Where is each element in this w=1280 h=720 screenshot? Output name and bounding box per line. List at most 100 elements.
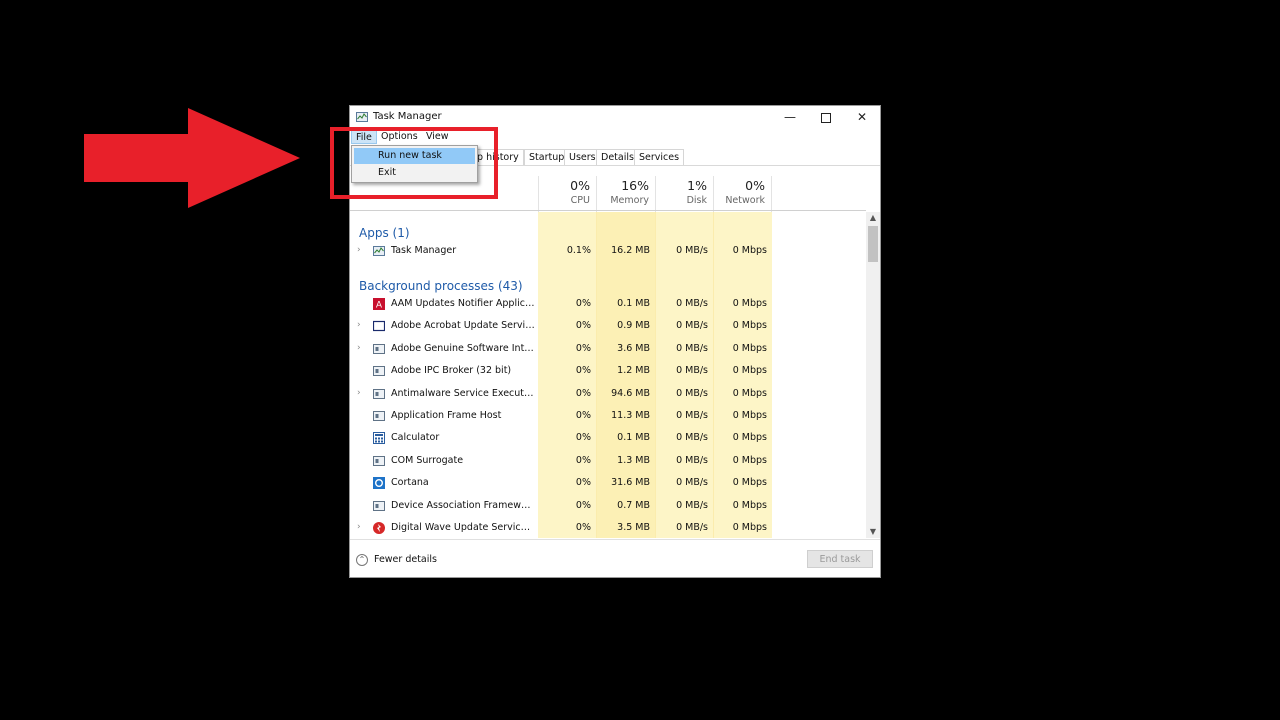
service-icon — [373, 410, 385, 422]
process-cpu: 0% — [575, 410, 591, 421]
process-network: 0 Mbps — [732, 432, 767, 444]
process-row[interactable]: COM Surrogate 0% 1.3 MB 0 MB/s 0 Mbps — [350, 450, 866, 472]
process-row[interactable]: › Antimalware Service Executable 0% 94.6 MB… — [350, 383, 866, 405]
process-network: 0 Mbps — [732, 365, 767, 377]
chevron-right-icon[interactable]: › — [357, 245, 361, 255]
process-cpu: 0% — [575, 432, 591, 444]
process-name: Device Association Framework ... — [391, 499, 535, 511]
chevron-up-icon: ⌃ — [356, 553, 368, 566]
process-memory: 94.6 MB — [611, 387, 650, 399]
disk-label: Disk — [686, 195, 707, 206]
red-arrow-annotation — [84, 108, 300, 208]
minimize-button[interactable]: — — [772, 106, 808, 128]
scroll-down-icon[interactable]: ▼ — [866, 526, 880, 538]
maximize-icon — [821, 112, 831, 123]
svg-text:A: A — [376, 301, 383, 311]
tab-services[interactable]: Services — [634, 149, 685, 165]
process-cpu: 0% — [575, 387, 591, 399]
process-network: 0 Mbps — [732, 454, 767, 466]
process-network: 0 Mbps — [732, 298, 767, 309]
window-title: Task Manager — [373, 111, 442, 122]
fewer-details-button[interactable]: ⌃ Fewer details — [356, 552, 437, 568]
header-divider — [350, 210, 866, 211]
column-header-cpu[interactable]: 0% CPU — [538, 176, 596, 212]
process-row[interactable]: Calculator 0% 0.1 MB 0 MB/s 0 Mbps — [350, 427, 866, 449]
disk-total: 1% — [687, 178, 707, 193]
process-network: 0 Mbps — [732, 245, 767, 256]
chevron-right-icon[interactable]: › — [357, 388, 361, 398]
adobe-red-icon: A — [373, 298, 385, 311]
tab-details[interactable]: Details — [596, 149, 639, 165]
process-name: Adobe Acrobat Update Service (... — [391, 320, 535, 332]
process-disk: 0 MB/s — [676, 432, 708, 444]
minimize-icon: — — [784, 110, 796, 124]
vertical-scrollbar[interactable]: ▲ ▼ — [866, 212, 880, 538]
process-row[interactable]: A AAM Updates Notifier Applicati... 0% 0.1 … — [350, 293, 866, 315]
process-cpu: 0% — [575, 320, 591, 332]
maximize-button[interactable] — [808, 106, 844, 128]
process-row[interactable]: Cortana 0% 31.6 MB 0 MB/s 0 Mbps — [350, 472, 866, 494]
process-name: AAM Updates Notifier Applicati... — [391, 298, 535, 309]
process-memory: 0.1 MB — [617, 432, 650, 444]
close-button[interactable]: ✕ — [844, 106, 880, 128]
process-cpu: 0% — [575, 522, 591, 533]
tab-startup[interactable]: Startup — [524, 149, 570, 165]
end-task-button[interactable]: End task — [807, 550, 873, 568]
memory-total: 16% — [621, 178, 649, 193]
process-name: Application Frame Host — [391, 410, 502, 421]
process-memory: 0.1 MB — [617, 298, 650, 309]
process-memory: 1.2 MB — [617, 365, 650, 377]
scroll-thumb[interactable] — [868, 226, 878, 262]
task-manager-icon — [356, 112, 368, 122]
process-row[interactable]: Application Frame Host 0% 11.3 MB 0 MB/s 0 M… — [350, 405, 866, 427]
process-disk: 0 MB/s — [676, 342, 708, 354]
process-network: 0 Mbps — [732, 342, 767, 354]
process-row[interactable]: Device Association Framework ... 0% 0.7 MB… — [350, 495, 866, 517]
process-memory: 3.5 MB — [617, 522, 650, 533]
process-network: 0 Mbps — [732, 499, 767, 511]
cortana-icon — [373, 477, 385, 490]
process-row[interactable]: Adobe IPC Broker (32 bit) 0% 1.2 MB 0 MB/s 0… — [350, 360, 866, 382]
red-highlight-box — [330, 127, 498, 199]
chevron-right-icon[interactable]: › — [357, 522, 361, 532]
process-name: Antimalware Service Executable — [391, 387, 535, 399]
cpu-label: CPU — [570, 195, 590, 206]
process-name: Digital Wave Update Service (32... — [391, 522, 535, 533]
process-disk: 0 MB/s — [676, 245, 708, 256]
footer: ⌃ Fewer details End task — [350, 539, 880, 577]
process-network: 0 Mbps — [732, 522, 767, 533]
process-memory: 0.9 MB — [617, 320, 650, 332]
process-row[interactable]: › Digital Wave Update Service (32... 0% 3.5… — [350, 517, 866, 538]
process-name: Calculator — [391, 432, 440, 444]
process-memory: 1.3 MB — [617, 454, 650, 466]
column-header-memory[interactable]: 16% Memory — [596, 176, 655, 212]
chevron-right-icon[interactable]: › — [357, 343, 361, 353]
service-icon — [373, 455, 385, 467]
process-cpu: 0% — [575, 342, 591, 354]
column-header-disk[interactable]: 1% Disk — [655, 176, 713, 212]
process-row[interactable]: › Adobe Acrobat Update Service (... 0% 0.9 … — [350, 315, 866, 337]
process-disk: 0 MB/s — [676, 410, 708, 421]
process-row[interactable]: › Task Manager 0.1% 16.2 MB 0 MB/s 0 Mbps — [350, 240, 866, 262]
process-disk: 0 MB/s — [676, 387, 708, 399]
process-list: Apps (1) Background processes (43) › Task… — [350, 212, 866, 538]
title-bar: Task Manager — ✕ — [350, 106, 880, 128]
process-name: COM Surrogate — [391, 454, 464, 466]
process-cpu: 0% — [575, 499, 591, 511]
process-network: 0 Mbps — [732, 320, 767, 332]
process-name: Adobe IPC Broker (32 bit) — [391, 365, 512, 377]
calculator-icon — [373, 432, 385, 445]
network-label: Network — [725, 195, 765, 206]
process-memory: 16.2 MB — [611, 245, 650, 256]
process-row[interactable]: › Adobe Genuine Software Integri... 0% 3.6 … — [350, 338, 866, 360]
process-network: 0 Mbps — [732, 387, 767, 399]
process-disk: 0 MB/s — [676, 522, 708, 533]
close-icon: ✕ — [856, 110, 868, 124]
chevron-right-icon[interactable]: › — [357, 320, 361, 330]
scroll-up-icon[interactable]: ▲ — [866, 212, 880, 224]
group-header-apps: Apps (1) — [359, 226, 410, 240]
service-icon — [373, 500, 385, 512]
process-disk: 0 MB/s — [676, 477, 708, 489]
column-header-network[interactable]: 0% Network — [713, 176, 772, 212]
process-name: Cortana — [391, 477, 429, 489]
